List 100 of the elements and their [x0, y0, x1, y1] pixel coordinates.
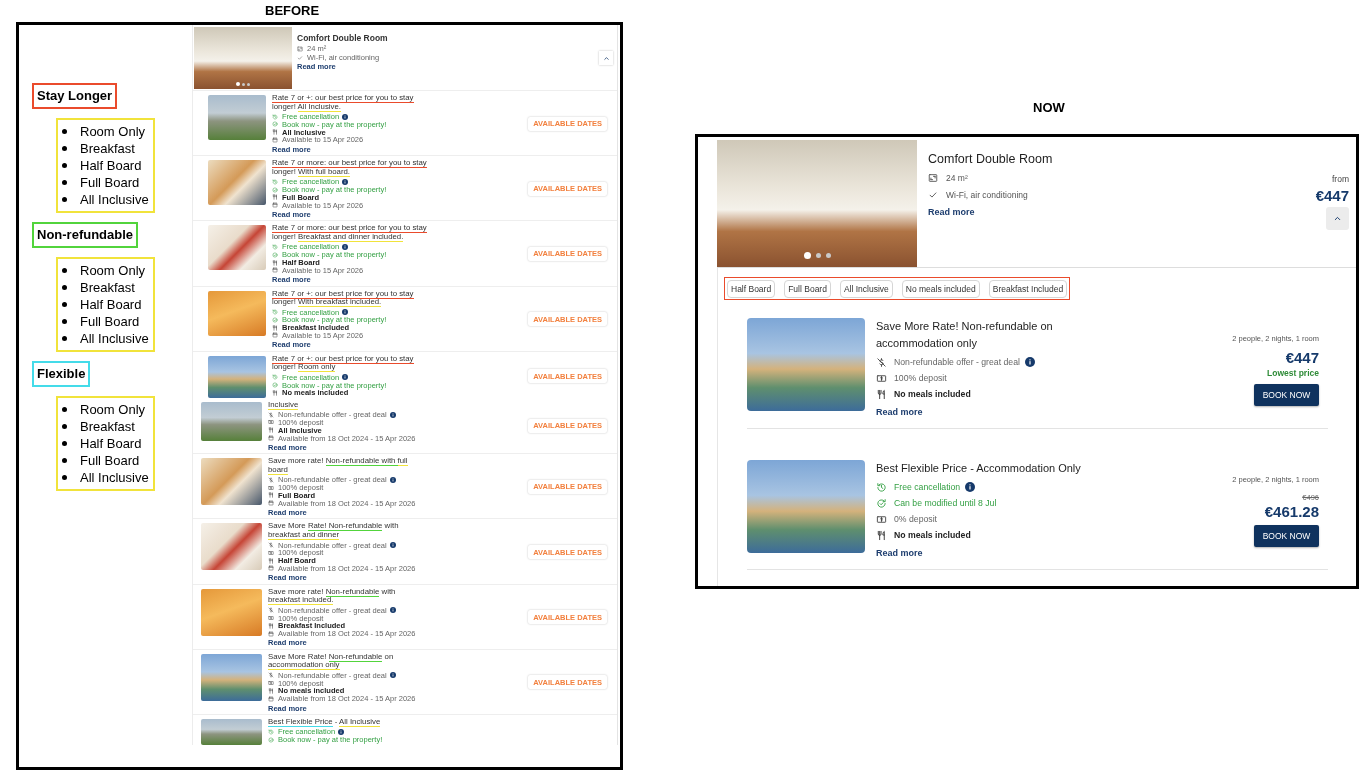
info-icon[interactable]	[342, 178, 349, 185]
cutlery-icon	[272, 324, 278, 331]
info-icon[interactable]	[389, 672, 396, 679]
info-icon[interactable]	[389, 542, 396, 548]
info-icon[interactable]	[389, 411, 396, 418]
rate-feature: 0% deposit	[894, 514, 937, 524]
carousel-dot[interactable]	[815, 253, 821, 258]
refresh-icon	[876, 497, 887, 509]
calendar-icon	[268, 435, 274, 442]
read-more-link[interactable]: Read more	[928, 207, 975, 217]
rate-feature: No meals included	[894, 530, 971, 540]
calendar-icon	[272, 136, 278, 143]
crossed-dollar-icon	[268, 542, 274, 548]
clock-arrow-icon	[272, 113, 278, 120]
photo-placeholder	[201, 401, 262, 441]
calendar-icon	[268, 500, 274, 507]
filter-chip[interactable]: All Inclusive	[839, 279, 893, 298]
info-icon[interactable]	[389, 476, 396, 483]
meal-option: Half Board	[80, 297, 142, 312]
rate-feature: Non-refundable offer - great deal	[894, 357, 1020, 367]
meal-option: Full Board	[80, 314, 140, 329]
photo-placeholder	[201, 523, 262, 571]
check-circle-icon	[268, 736, 274, 743]
photo-placeholder	[208, 290, 266, 336]
bullet-icon	[62, 285, 67, 290]
bullet-icon	[62, 129, 67, 134]
banknote-icon	[876, 513, 887, 525]
rate-price: €461.28	[1264, 503, 1319, 521]
check-circle-icon	[272, 316, 278, 323]
calendar-icon	[268, 695, 274, 702]
info-icon[interactable]	[338, 728, 345, 735]
photo-placeholder	[201, 718, 262, 745]
info-icon[interactable]	[342, 374, 349, 381]
section-heading: NOW	[1033, 100, 1065, 116]
floor-plan-icon	[297, 45, 303, 52]
meal-option: Breakfast	[80, 280, 135, 295]
clock-arrow-icon	[268, 728, 274, 735]
meal-option: All Inclusive	[80, 470, 149, 485]
meal-option: All Inclusive	[80, 331, 149, 346]
rate-feature: Free cancellation	[894, 482, 961, 492]
info-icon[interactable]	[342, 309, 349, 316]
cutlery-icon	[268, 557, 274, 564]
filter-chip[interactable]: Breakfast Included	[988, 279, 1068, 298]
filter-chip[interactable]: No meals included	[901, 279, 980, 298]
filter-chip[interactable]: Half Board	[727, 279, 776, 298]
banknote-icon	[268, 615, 274, 621]
crossed-dollar-icon	[268, 607, 274, 614]
category-label: Non-refundable	[32, 222, 139, 248]
bullet-icon	[62, 302, 67, 307]
banknote-icon	[268, 419, 274, 426]
read-more-link[interactable]: Read more	[876, 407, 923, 417]
book-now-button[interactable]: BOOK NOW	[1254, 525, 1319, 547]
meal-option: Full Board	[80, 453, 140, 468]
carousel-dot[interactable]	[247, 82, 250, 86]
room-amenities: Wi-Fi, air conditioning	[946, 189, 1028, 200]
info-icon[interactable]	[342, 113, 349, 120]
read-more-link[interactable]: Read more	[876, 548, 923, 558]
carousel-dot[interactable]	[242, 82, 245, 86]
category-label: Flexible	[32, 361, 91, 387]
carousel-dot[interactable]	[236, 82, 240, 86]
cutlery-icon	[272, 129, 278, 136]
cutlery-icon	[272, 259, 278, 266]
meal-option: Room Only	[80, 402, 146, 417]
filter-chip[interactable]: Full Board	[784, 279, 831, 298]
bullet-icon	[62, 163, 67, 168]
meal-option: Full Board	[80, 175, 140, 190]
chevron-up-icon	[602, 54, 610, 62]
calendar-icon	[268, 630, 274, 637]
clock-arrow-icon	[272, 178, 278, 185]
info-icon[interactable]	[342, 243, 349, 250]
meal-option: Room Only	[80, 263, 146, 278]
photo-placeholder	[208, 225, 266, 271]
room-price: €447	[1315, 187, 1349, 205]
photo-placeholder	[208, 160, 266, 206]
bullet-icon	[62, 475, 67, 480]
bullet-icon	[62, 180, 67, 185]
section-heading: BEFORE	[265, 3, 320, 19]
rate-title: Best Flexible Price - Accommodation Only	[876, 461, 1081, 476]
info-icon[interactable]	[389, 607, 396, 614]
bullet-icon	[62, 424, 67, 429]
check-circle-icon	[272, 186, 278, 193]
bullet-icon	[62, 441, 67, 446]
meal-option: All Inclusive	[80, 192, 149, 207]
info-icon[interactable]	[965, 482, 976, 492]
price-prefix: from	[1332, 173, 1349, 186]
banknote-icon	[268, 680, 274, 687]
cutlery-icon	[268, 427, 274, 434]
book-now-button[interactable]: BOOK NOW	[1254, 383, 1319, 406]
carousel-dot[interactable]	[803, 252, 811, 259]
room-title: Comfort Double Room	[928, 151, 1053, 167]
rate-feature: No meals included	[894, 389, 971, 399]
floor-plan-icon	[928, 172, 938, 183]
banknote-icon	[876, 372, 887, 384]
carousel-dot[interactable]	[825, 253, 831, 258]
photo-placeholder	[208, 355, 266, 398]
clock-arrow-icon	[272, 243, 278, 250]
banknote-icon	[268, 549, 274, 556]
info-icon[interactable]	[1024, 357, 1035, 367]
room-title: Comfort Double Room	[297, 33, 388, 44]
rate-title: Save More Rate! Non-refundable on accommodation only	[876, 319, 1054, 351]
